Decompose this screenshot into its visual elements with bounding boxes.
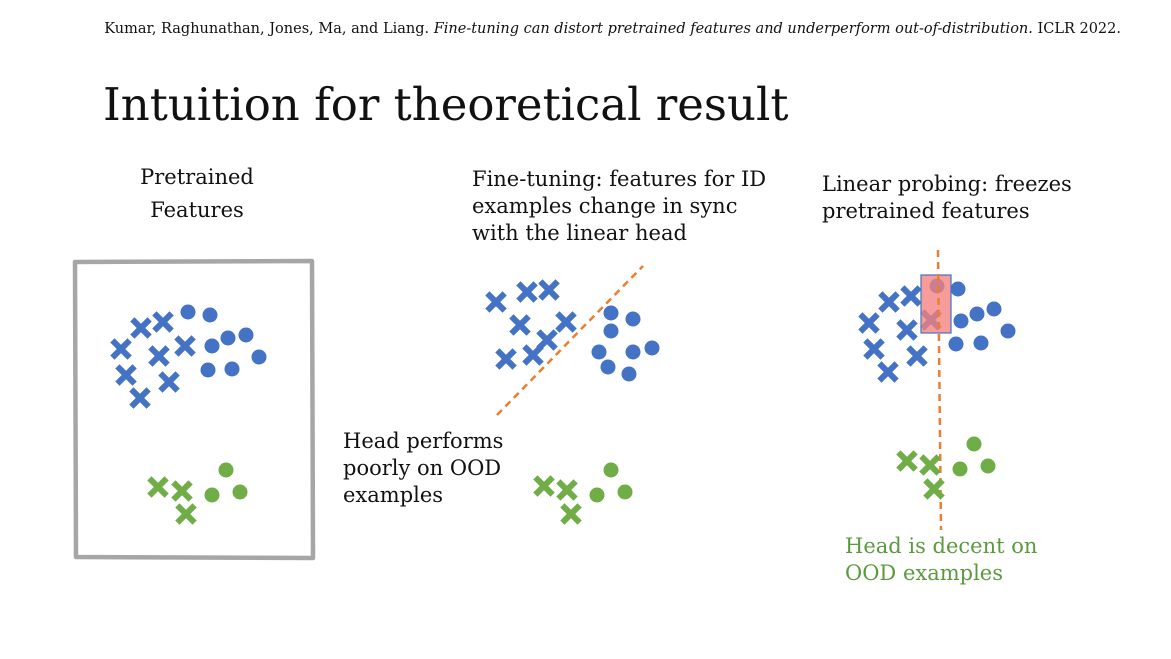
ood-circle [603,462,619,478]
ood-circle [966,436,982,452]
id-cross [514,319,527,332]
id-circle [969,306,985,322]
id-cross [863,317,876,330]
finetuning-ood-crosses [538,480,578,521]
id-circle [948,336,964,352]
id-cross [905,290,918,303]
finetuning-id-crosses [490,284,573,366]
ood-circle [218,462,234,478]
linear-probing-ood-crosses [901,455,941,496]
pretrained-frame [72,258,316,561]
id-circle [625,344,641,360]
id-circle [600,359,616,375]
id-cross [500,353,513,366]
id-circle [200,362,216,378]
ood-cross [565,508,578,521]
ood-cross [180,508,193,521]
ood-circle [204,487,220,503]
id-cross [179,340,192,353]
ood-cross [561,484,574,497]
ood-cross [901,455,914,468]
id-cross [541,334,554,347]
id-circle [973,335,989,351]
ood-circle [617,484,633,500]
id-circle [251,349,267,365]
pretrained-ood-circles [204,462,248,503]
id-cross [521,286,534,299]
id-circle [986,301,1002,317]
id-cross [153,350,166,363]
id-cross [134,392,147,405]
pretrained-ood-crosses [152,481,193,521]
id-cross [157,316,170,329]
finetuning-ood-circles [589,462,633,503]
linear-probing-ood-circles [952,436,996,477]
ood-cross [176,485,189,498]
id-cross [163,376,176,389]
id-cross [135,322,148,335]
id-cross [883,296,896,309]
pretrained-id-crosses [115,316,192,405]
id-cross [543,284,556,297]
id-circle [621,366,637,382]
id-cross [911,350,924,363]
id-circle [224,361,240,377]
finetuning-decision-line [496,265,644,416]
finetuning-id-circles [591,305,660,382]
id-cross [120,369,133,382]
id-circle [644,340,660,356]
id-circle [950,281,966,297]
ood-circle [232,484,248,500]
ood-circle [980,458,996,474]
id-circle [625,311,641,327]
ood-cross [928,483,941,496]
id-circle [953,313,969,329]
id-circle [238,327,254,343]
id-circle [202,307,218,323]
id-circle [220,330,236,346]
id-circle [204,338,220,354]
id-circle [180,304,196,320]
id-cross [560,316,573,329]
ood-circle [589,487,605,503]
ood-cross [538,480,551,493]
id-circle [603,305,619,321]
id-cross [901,324,914,337]
id-cross [868,343,881,356]
ood-circle [952,461,968,477]
ood-cross [152,481,165,494]
id-circle [1000,323,1016,339]
id-circle [591,344,607,360]
id-cross [490,296,503,309]
id-cross [115,343,128,356]
linear-probing-highlight [920,274,952,334]
id-cross [527,349,540,362]
id-circle [603,323,619,339]
id-cross [882,366,895,379]
diagram-canvas [72,249,1016,561]
ood-cross [924,459,937,472]
